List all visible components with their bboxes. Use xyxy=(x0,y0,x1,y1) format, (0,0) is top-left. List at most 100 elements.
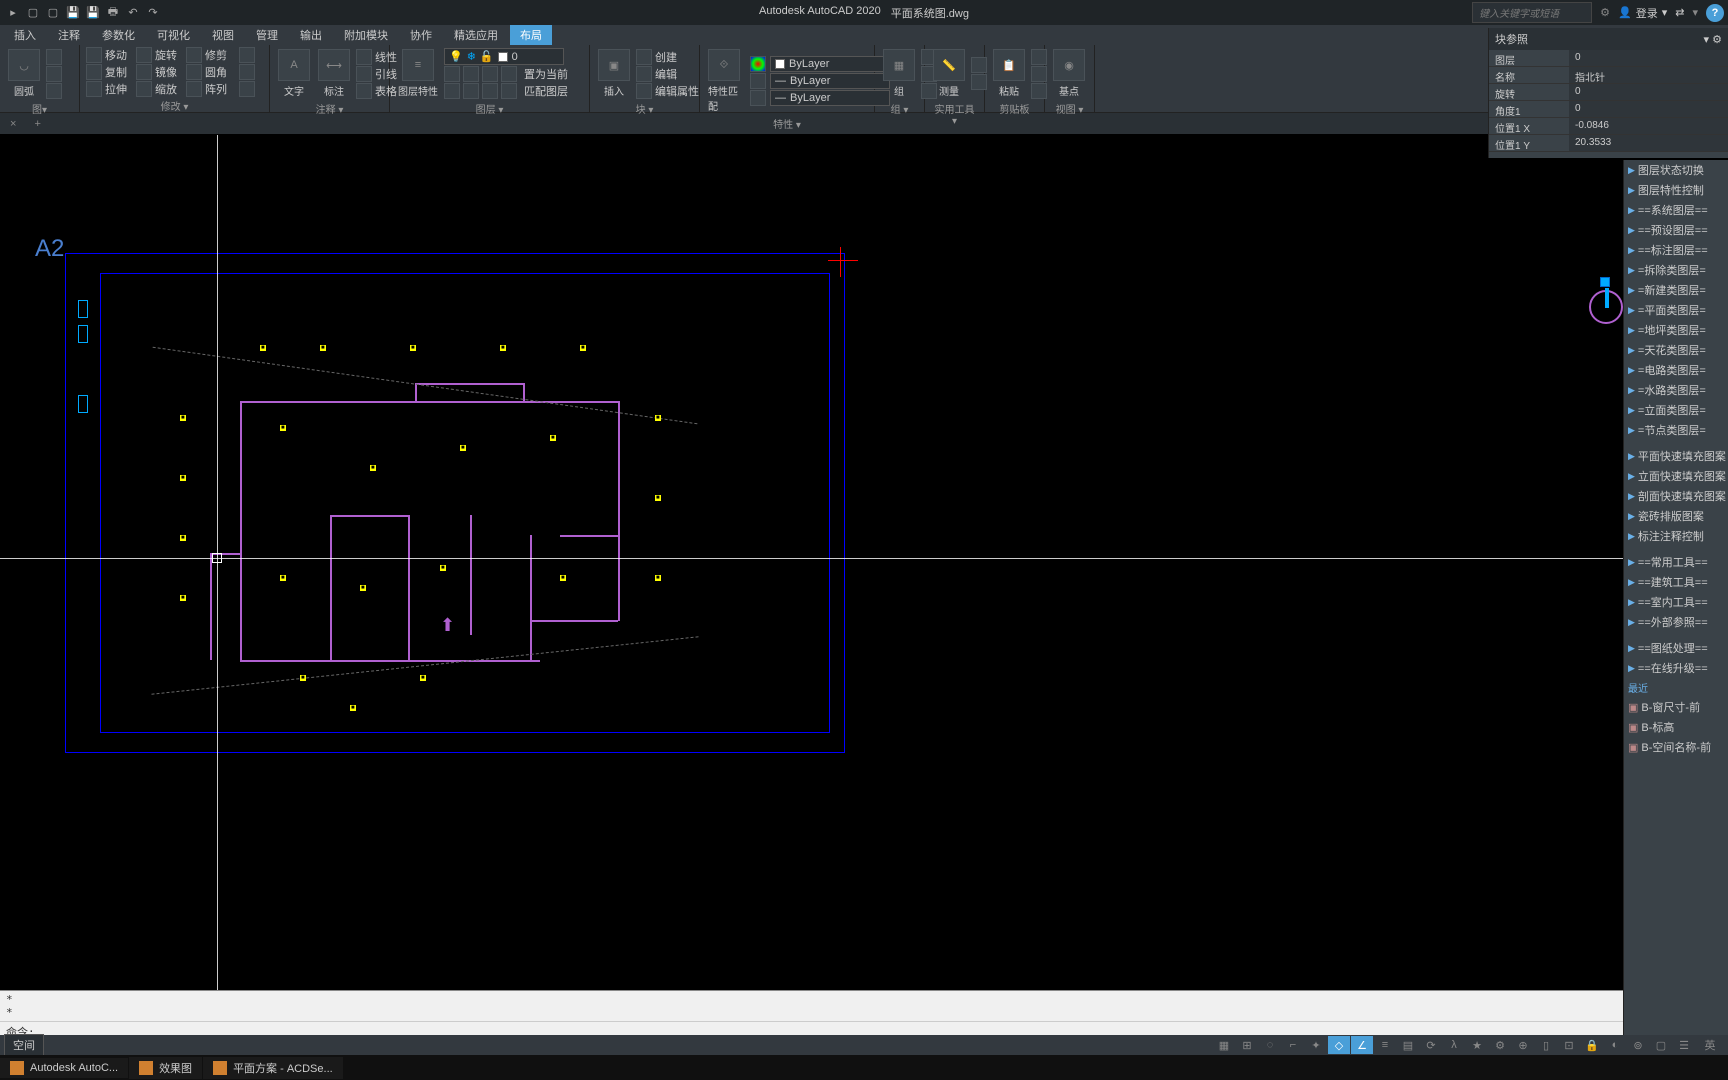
annoscale-icon[interactable]: λ xyxy=(1443,1036,1465,1054)
taskbar-item[interactable]: Autodesk AutoC... xyxy=(0,1058,128,1078)
color-icon[interactable] xyxy=(750,56,766,72)
menu-参数化[interactable]: 参数化 xyxy=(92,25,145,45)
prop-value[interactable]: 0 xyxy=(1569,50,1728,66)
layer-tree-item[interactable]: ▶立面快速填充图案 xyxy=(1624,466,1728,486)
dropdown-icon[interactable]: ▾ ⚙ xyxy=(1704,33,1722,46)
layer-tree-item[interactable]: ▶=天花类图层= xyxy=(1624,340,1728,360)
basepoint-button[interactable]: ◉基点 xyxy=(1051,47,1087,100)
layer-combo[interactable]: 💡❄🔓0 xyxy=(444,48,564,65)
layer-tree-item[interactable]: ▶平面快速填充图案 xyxy=(1624,446,1728,466)
linetype-combo[interactable]: —ByLayer xyxy=(770,90,890,106)
lineweight-combo[interactable]: —ByLayer xyxy=(770,73,890,89)
mod-icon-1[interactable] xyxy=(239,47,255,63)
layer-tree-item[interactable]: ▶=立面类图层= xyxy=(1624,400,1728,420)
menu-布局[interactable]: 布局 xyxy=(510,25,552,45)
stretch-button[interactable]: 拉伸缩放阵列 xyxy=(86,81,227,97)
layer-tree-item[interactable]: ▶==外部参照== xyxy=(1624,612,1728,632)
search-input[interactable]: 键入关键字或短语 xyxy=(1472,2,1592,23)
cycling-icon[interactable]: ⟳ xyxy=(1420,1036,1442,1054)
layer-tree-item[interactable]: ▶=节点类图层= xyxy=(1624,420,1728,440)
menu-协作[interactable]: 协作 xyxy=(400,25,442,45)
annomon-icon[interactable]: ⊕ xyxy=(1512,1036,1534,1054)
layer-tree-item[interactable]: ▶=新建类图层= xyxy=(1624,280,1728,300)
menu-视图[interactable]: 视图 xyxy=(202,25,244,45)
menu-输出[interactable]: 输出 xyxy=(290,25,332,45)
undo-icon[interactable]: ↶ xyxy=(124,4,142,22)
layer-tree-item[interactable]: ▶==系统图层== xyxy=(1624,200,1728,220)
cart-icon[interactable]: ▾ xyxy=(1692,6,1698,19)
prop-value[interactable]: 0 xyxy=(1569,84,1728,100)
property-row[interactable]: 位置1 Y20.3533 xyxy=(1489,135,1728,152)
setcurrent-button[interactable]: 置为当前 xyxy=(524,66,568,82)
property-row[interactable]: 旋转0 xyxy=(1489,84,1728,101)
layer-tree-item[interactable]: ▶==常用工具== xyxy=(1624,552,1728,572)
layer-tree-item[interactable]: ▶==图纸处理== xyxy=(1624,638,1728,658)
copy-button[interactable]: 复制镜像圆角 xyxy=(86,64,227,80)
grip[interactable] xyxy=(1600,277,1610,287)
model-icon[interactable]: ▦ xyxy=(1213,1036,1235,1054)
menu-可视化[interactable]: 可视化 xyxy=(147,25,200,45)
drawing-viewport[interactable]: A2 ■ ■ ■ ■ ■ ■ ■ ■ ■ ■ ■ xyxy=(0,135,1728,1035)
arc-button[interactable]: ◡圆弧 xyxy=(6,47,42,100)
new-tab-button[interactable]: + xyxy=(26,115,48,133)
ortho-icon[interactable]: ⌐ xyxy=(1282,1036,1304,1054)
edit-block-button[interactable]: 编辑 xyxy=(636,66,699,82)
property-row[interactable]: 位置1 X-0.0846 xyxy=(1489,118,1728,135)
space-tab[interactable]: 空间 xyxy=(4,1034,44,1056)
color-combo[interactable]: ByLayer xyxy=(770,56,890,72)
setcurrent-icon[interactable] xyxy=(444,66,460,82)
layer-tree-item[interactable]: ▶剖面快速填充图案 xyxy=(1624,486,1728,506)
matchprops-button[interactable]: ⟐特性匹配 xyxy=(706,47,742,115)
layer-tree-item[interactable]: ▶瓷砖排版图案 xyxy=(1624,506,1728,526)
close-tab-icon[interactable]: × xyxy=(10,118,16,130)
menu-精选应用[interactable]: 精选应用 xyxy=(444,25,508,45)
new-icon[interactable]: ▢ xyxy=(24,4,42,22)
layer-tree-item[interactable]: ▶==室内工具== xyxy=(1624,592,1728,612)
transparency-icon[interactable]: ▤ xyxy=(1397,1036,1419,1054)
property-row[interactable]: 名称指北针 xyxy=(1489,67,1728,84)
menu-注释[interactable]: 注释 xyxy=(48,25,90,45)
matchlayer-button[interactable]: 匹配图层 xyxy=(524,83,568,99)
measure-button[interactable]: 📏测量 xyxy=(931,47,967,100)
taskbar-item[interactable]: 平面方案 - ACDSe... xyxy=(203,1057,343,1079)
infocenter-icon[interactable]: ⚙ xyxy=(1600,6,1610,19)
layer-tree-item[interactable]: ▶=地坪类图层= xyxy=(1624,320,1728,340)
login-button[interactable]: 👤登录▾ xyxy=(1618,5,1667,21)
lang-button[interactable]: 英 xyxy=(1696,1036,1724,1054)
north-arrow-block[interactable] xyxy=(1589,290,1623,324)
prop-value[interactable]: 指北针 xyxy=(1569,67,1728,83)
isolate-icon[interactable]: ◐ xyxy=(1604,1036,1626,1054)
layer-tree-item[interactable]: ▶=水路类图层= xyxy=(1624,380,1728,400)
property-row[interactable]: 图层0 xyxy=(1489,50,1728,67)
saveas-icon[interactable]: 💾 xyxy=(84,4,102,22)
grid-icon[interactable]: ⊞ xyxy=(1236,1036,1258,1054)
paste-button[interactable]: 📋粘贴 xyxy=(991,47,1027,100)
menu-附加模块[interactable]: 附加模块 xyxy=(334,25,398,45)
text-button[interactable]: A文字 xyxy=(276,47,312,100)
layer-tree-item[interactable]: ▶==预设图层== xyxy=(1624,220,1728,240)
command-line[interactable]: * * 命令: xyxy=(0,990,1623,1035)
recent-item[interactable]: ▣B-空间名称-前 xyxy=(1624,737,1728,757)
exchange-icon[interactable]: ⇄ xyxy=(1675,6,1684,19)
move-button[interactable]: 移动旋转修剪 xyxy=(86,47,227,63)
mod-icon-3[interactable] xyxy=(239,81,255,97)
doc-tab[interactable]: × xyxy=(0,115,26,133)
layer-tree-item[interactable]: ▶==标注图层== xyxy=(1624,240,1728,260)
hatch-icon[interactable] xyxy=(46,83,62,99)
layer-tree-item[interactable]: ▶标注注释控制 xyxy=(1624,526,1728,546)
layer-tree-item[interactable]: ▶=电路类图层= xyxy=(1624,360,1728,380)
redo-icon[interactable]: ↷ xyxy=(144,4,162,22)
matchlayer-icon[interactable] xyxy=(444,83,460,99)
custom-icon[interactable]: ☰ xyxy=(1673,1036,1695,1054)
property-row[interactable]: 角度10 xyxy=(1489,101,1728,118)
menu-管理[interactable]: 管理 xyxy=(246,25,288,45)
save-icon[interactable]: 💾 xyxy=(64,4,82,22)
snap-icon[interactable]: ◌ xyxy=(1259,1036,1281,1054)
menu-插入[interactable]: 插入 xyxy=(4,25,46,45)
layer-tree-item[interactable]: ▶==在线升级== xyxy=(1624,658,1728,678)
recent-item[interactable]: ▣B-窗尺寸-前 xyxy=(1624,697,1728,717)
edit-attr-button[interactable]: 编辑属性 xyxy=(636,83,699,99)
workspace-icon[interactable]: ⚙ xyxy=(1489,1036,1511,1054)
layer-tree-item[interactable]: ▶图层特性控制 xyxy=(1624,180,1728,200)
otrack-icon[interactable]: ∠ xyxy=(1351,1036,1373,1054)
